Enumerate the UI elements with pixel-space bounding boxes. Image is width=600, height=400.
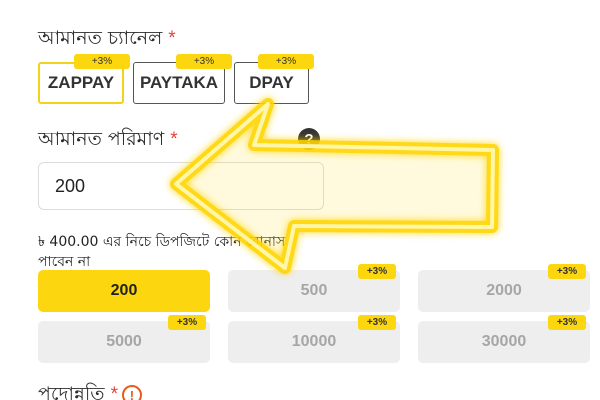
bonus-badge: +3% [168,315,206,330]
bonus-badge: +3% [548,264,586,279]
deposit-amount-input[interactable] [38,162,324,210]
bonus-badge: +3% [258,54,314,69]
bonus-badge: +3% [358,264,396,279]
amount-option-500[interactable]: 500 +3% [228,264,400,312]
required-mark: * [168,28,176,49]
bonus-badge: +3% [74,54,130,69]
amount-option-200[interactable]: 200 [38,270,210,312]
amount-option-2000[interactable]: 2000 +3% [418,264,590,312]
amount-option-5000[interactable]: 5000 +3% [38,315,210,363]
warning-icon[interactable]: ! [121,385,142,400]
bonus-badge: +3% [176,54,232,69]
bonus-badge: +3% [358,315,396,330]
amount-option-30000[interactable]: 30000 +3% [418,315,590,363]
required-mark: * [170,129,178,150]
deposit-channel-label: আমানত চ্যানেল * [38,27,176,49]
required-mark: * [110,384,118,400]
deposit-amount-label: আমানত পরিমাণ * [38,128,178,150]
promotion-label: পদোন্নতি *! [38,380,142,400]
amount-option-10000[interactable]: 10000 +3% [228,315,400,363]
question-icon[interactable]: ? [298,128,320,150]
bonus-badge: +3% [548,315,586,330]
